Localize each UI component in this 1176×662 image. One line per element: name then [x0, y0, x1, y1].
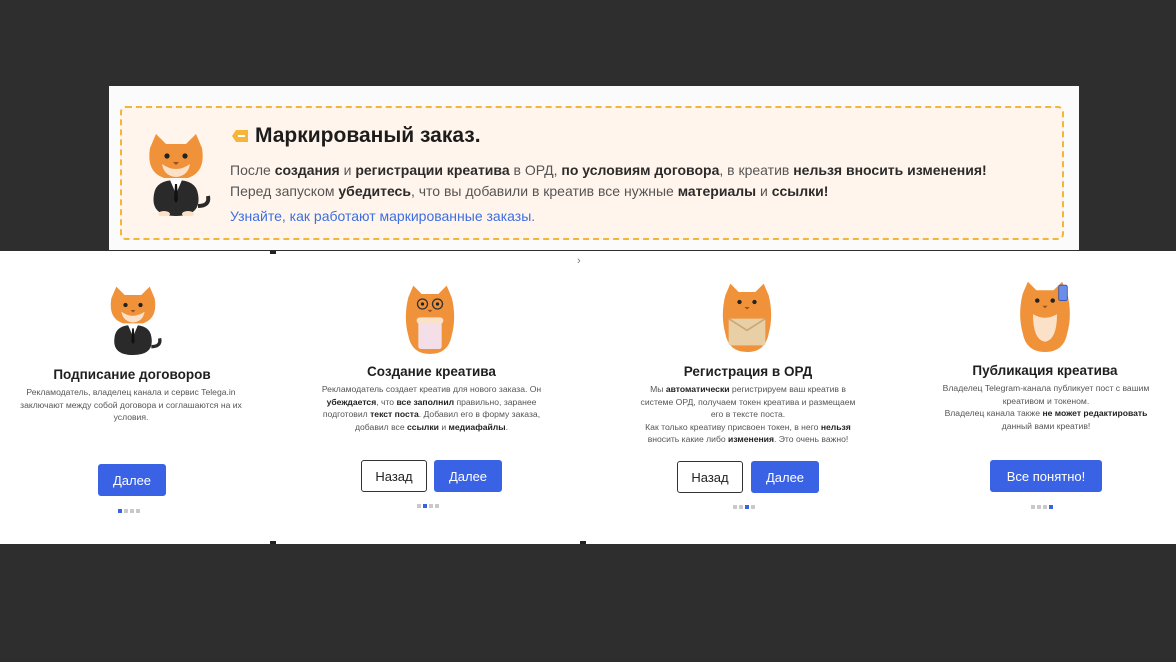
how-marked-orders-work-link[interactable]: Узнайте, как работают маркированные зака… [230, 208, 535, 224]
next-button[interactable]: Далее [98, 464, 166, 496]
notice-box: Маркированый заказ. После создания и рег… [120, 106, 1064, 240]
notice-text-line-2: Перед запуском убедитесь, что вы добавил… [230, 183, 829, 199]
tag-icon [232, 130, 248, 142]
step-card-publication: Публикация креатива Владелец Telegram-ка… [914, 251, 1176, 544]
back-button[interactable]: Назад [361, 460, 427, 492]
progress-dot [1037, 505, 1041, 509]
onboarding-steps-panel: › Подписание договоров Рекламодатель, вл… [0, 251, 1176, 544]
step-description: Рекламодатель создает креатив для нового… [321, 384, 542, 432]
progress-dot [417, 504, 421, 508]
cat-with-glasses-illustration [405, 285, 455, 354]
notice-title: Маркированый заказ. [255, 124, 481, 147]
progress-dot [435, 504, 439, 508]
step-progress-dots [733, 505, 755, 510]
step-title: Публикация креатива [972, 363, 1118, 378]
progress-dot [739, 505, 743, 509]
step-title: Создание креатива [367, 364, 496, 379]
progress-dot [1049, 505, 1053, 509]
cat-with-phone-illustration [1020, 281, 1070, 352]
progress-dot [423, 504, 427, 508]
progress-dot [118, 509, 122, 513]
progress-dot [136, 509, 140, 513]
progress-dot [124, 509, 128, 513]
next-button[interactable]: Далее [751, 461, 819, 493]
cat-with-box-illustration [722, 283, 772, 352]
cat-in-suit-illustration [149, 134, 211, 216]
progress-dot [745, 505, 749, 509]
step-progress-dots [1031, 505, 1053, 510]
step-description: Рекламодатель, владелец канала и сервис … [20, 387, 242, 422]
next-button[interactable]: Далее [434, 460, 502, 492]
step-title: Подписание договоров [53, 367, 211, 382]
back-button[interactable]: Назад [677, 461, 743, 493]
step-progress-dots [118, 509, 140, 514]
got-it-button[interactable]: Все понятно! [990, 460, 1102, 492]
cat-in-suit-illustration [110, 286, 162, 355]
step-card-ord-registration: Регистрация в ОРД Мы автоматически регис… [595, 251, 901, 544]
progress-dot [751, 505, 755, 509]
progress-dot [733, 505, 737, 509]
step-title: Регистрация в ОРД [683, 364, 813, 379]
marked-order-notice-panel: Маркированый заказ. После создания и рег… [109, 86, 1079, 250]
progress-dot [1031, 505, 1035, 509]
notice-text-line-1: После создания и регистрации креатива в … [230, 162, 987, 178]
step-card-contracts: Подписание договоров Рекламодатель, влад… [0, 251, 264, 544]
progress-dot [130, 509, 134, 513]
progress-dot [1043, 505, 1047, 509]
progress-dot [429, 504, 433, 508]
step-description: Мы автоматически регистрируем ваш креати… [640, 384, 856, 444]
step-description: Владелец Telegram-канала публикует пост … [942, 383, 1150, 431]
step-progress-dots [417, 504, 439, 509]
step-card-creative: Создание креатива Рекламодатель создает … [276, 251, 587, 544]
